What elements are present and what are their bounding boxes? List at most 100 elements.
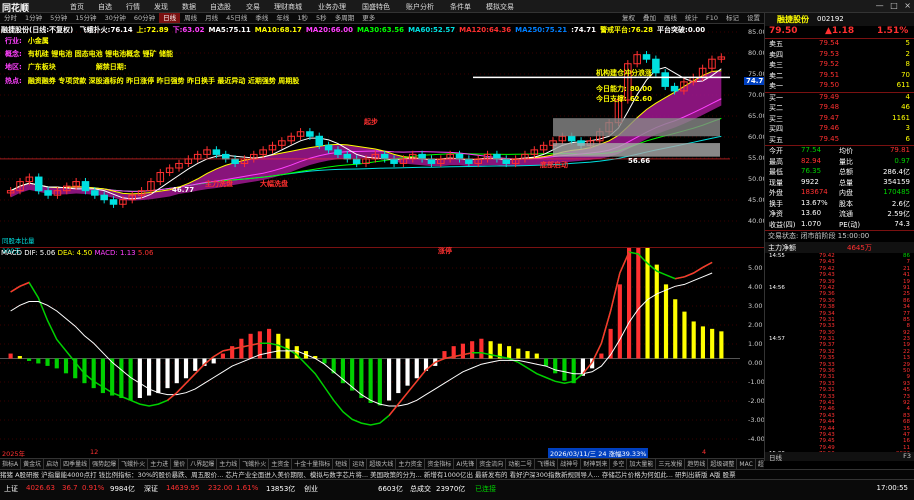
indicator-tab-29[interactable]: MAC bbox=[737, 459, 756, 469]
indicator-tab-14[interactable]: 运动 bbox=[350, 459, 368, 469]
indicator-tab-11[interactable]: 主资金 bbox=[269, 459, 293, 469]
indicator-tab-3[interactable]: 四季量线 bbox=[61, 459, 91, 469]
asks-vol-2: 8 bbox=[905, 60, 910, 68]
sidebar-footer-label[interactable]: 日线 bbox=[769, 452, 782, 462]
menu-item-5[interactable]: 自选股 bbox=[210, 2, 231, 12]
period-tab-13[interactable]: 5秒 bbox=[312, 13, 331, 23]
menu-item-1[interactable]: 自选 bbox=[98, 2, 112, 12]
indicator-tab-16[interactable]: 主力资金 bbox=[396, 459, 426, 469]
indicator-tab-30[interactable]: 超级线 bbox=[756, 459, 764, 469]
candle-body bbox=[352, 158, 361, 164]
tick-list[interactable]: 14:55 79.42 86 79.43 7 79.42 21 79.43 41 79.39 19 1… bbox=[765, 253, 914, 458]
period-tab-4[interactable]: 30分钟 bbox=[101, 13, 130, 23]
indicator-tab-4[interactable]: 强势起爆 bbox=[90, 459, 120, 469]
indicator-tab-18[interactable]: AI先锋 bbox=[454, 459, 478, 469]
stat-label2-0: 均价 bbox=[839, 147, 853, 155]
asks-row-4[interactable]: 卖一 79.50 611 bbox=[765, 81, 914, 92]
asks-row-3[interactable]: 卖二 79.51 70 bbox=[765, 71, 914, 82]
tool-button-4[interactable]: F10 bbox=[702, 13, 722, 23]
indicator-tab-2[interactable]: 启动 bbox=[44, 459, 62, 469]
bids-row-1[interactable]: 买二 79.48 46 bbox=[765, 103, 914, 114]
indicator-tab-10[interactable]: 飞蛾扑火 bbox=[240, 459, 270, 469]
bids-row-4[interactable]: 买五 79.45 6 bbox=[765, 135, 914, 146]
indicator-tab-17[interactable]: 资金指标 bbox=[425, 459, 455, 469]
macd-svg bbox=[0, 230, 740, 440]
indicator-tab-12[interactable]: 十金十量指标 bbox=[292, 459, 334, 469]
period-tab-8[interactable]: 月线 bbox=[201, 13, 222, 23]
minimize-icon[interactable]: — bbox=[876, 1, 884, 10]
asks-label-3: 卖二 bbox=[769, 71, 783, 80]
indicator-tab-5[interactable]: 飞蛾扑火 bbox=[119, 459, 149, 469]
stat-label2-6: 流通 bbox=[839, 210, 853, 218]
tool-button-3[interactable]: 统计 bbox=[681, 13, 702, 23]
menu-item-2[interactable]: 行情 bbox=[126, 2, 140, 12]
asks-row-1[interactable]: 卖四 79.53 2 bbox=[765, 50, 914, 61]
menu-item-10[interactable]: 账户分析 bbox=[406, 2, 434, 12]
period-tab-7[interactable]: 周线 bbox=[180, 13, 201, 23]
tick-vol-2: 21 bbox=[903, 265, 910, 272]
tool-button-2[interactable]: 画线 bbox=[660, 13, 681, 23]
period-tab-11[interactable]: 年线 bbox=[272, 13, 293, 23]
menu-item-9[interactable]: 国盛特色 bbox=[362, 2, 390, 12]
tick-price-8: 79.38 bbox=[819, 304, 835, 311]
period-tab-6[interactable]: 日线 bbox=[159, 13, 181, 23]
menu-item-11[interactable]: 条件单 bbox=[450, 2, 471, 12]
period-tab-5[interactable]: 60分钟 bbox=[130, 13, 159, 23]
indicator-tab-13[interactable]: 短线 bbox=[333, 459, 351, 469]
maximize-icon[interactable]: □ bbox=[890, 1, 898, 10]
indicator-tab-6[interactable]: 主力进 bbox=[148, 459, 172, 469]
indicator-tab-8[interactable]: 八界起爆 bbox=[188, 459, 218, 469]
indicator-tab-25[interactable]: 加大量能 bbox=[627, 459, 657, 469]
candle-body bbox=[91, 190, 99, 196]
indicator-tab-20[interactable]: 动能二号 bbox=[506, 459, 536, 469]
crosshair-date: 2026/03/11/三 24 涨幅39.33% bbox=[548, 448, 649, 458]
macd-panel[interactable]: MACD DIF: 5.06 DEA: 4.50 MACD: 1.13 5.06… bbox=[0, 230, 765, 458]
indicator-tab-28[interactable]: 超级调整 bbox=[708, 459, 738, 469]
period-tab-9[interactable]: 45日线 bbox=[222, 13, 251, 23]
indicator-tab-15[interactable]: 超级大线 bbox=[367, 459, 397, 469]
period-tab-14[interactable]: 多周期 bbox=[331, 13, 359, 23]
tick-price-25: 79.43 bbox=[819, 412, 835, 419]
connection-status[interactable]: 已连接 bbox=[475, 484, 496, 494]
period-tab-1[interactable]: 1分钟 bbox=[21, 13, 46, 23]
period-tab-10[interactable]: 季线 bbox=[251, 13, 272, 23]
asks-row-2[interactable]: 卖三 79.52 8 bbox=[765, 60, 914, 71]
bids-row-0[interactable]: 买一 79.49 4 bbox=[765, 93, 914, 104]
indicator-tab-19[interactable]: 资金流向 bbox=[477, 459, 507, 469]
tool-button-1[interactable]: 叠加 bbox=[639, 13, 660, 23]
sidebar-footer-right[interactable]: F3 bbox=[903, 452, 911, 460]
menu-item-4[interactable]: 数据 bbox=[182, 2, 196, 12]
news-ticker[interactable]: 猪猪 A股研报 沪指量能4000点打 钱比例指标：30%的股价暴跌、周五股价..… bbox=[0, 469, 914, 479]
bids-row-2[interactable]: 买三 79.47 1161 bbox=[765, 114, 914, 125]
period-tab-15[interactable]: 更多 bbox=[358, 13, 379, 23]
menu-item-7[interactable]: 理财商城 bbox=[274, 2, 302, 12]
bids-row-3[interactable]: 买四 79.46 3 bbox=[765, 124, 914, 135]
asks-row-0[interactable]: 卖五 79.54 5 bbox=[765, 39, 914, 50]
tool-button-0[interactable]: 复权 bbox=[618, 13, 639, 23]
menu-item-3[interactable]: 发现 bbox=[154, 2, 168, 12]
period-tab-12[interactable]: 1秒 bbox=[293, 13, 312, 23]
indicator-tab-24[interactable]: 多空 bbox=[610, 459, 628, 469]
sidebar-footer: 日线 F3 bbox=[765, 452, 914, 462]
period-tab-3[interactable]: 15分钟 bbox=[71, 13, 100, 23]
indicator-tab-7[interactable]: 量价 bbox=[171, 459, 189, 469]
indicator-tab-22[interactable]: 战神号 bbox=[558, 459, 582, 469]
kline-chart[interactable]: 融捷股份(日线:不复权) 飞蛾扑火:76.14 上:72.89 下:63.02 MA5… bbox=[0, 24, 771, 255]
indicator-tab-27[interactable]: 趋势线 bbox=[685, 459, 709, 469]
menu-item-12[interactable]: 模拟交易 bbox=[486, 2, 514, 12]
indicator-tab-0[interactable]: 指标A bbox=[0, 459, 22, 469]
period-tab-0[interactable]: 分时 bbox=[0, 13, 21, 23]
menu-item-6[interactable]: 交易 bbox=[246, 2, 260, 12]
menu-item-8[interactable]: 业务办理 bbox=[318, 2, 346, 12]
indicator-tab-23[interactable]: 财神到来 bbox=[581, 459, 611, 469]
tool-button-5[interactable]: 标记 bbox=[722, 13, 743, 23]
indicator-tab-9[interactable]: 主力线 bbox=[217, 459, 241, 469]
tool-button-6[interactable]: 设置 bbox=[743, 13, 764, 23]
indicator-tab-1[interactable]: 黄金坑 bbox=[21, 459, 45, 469]
period-tab-2[interactable]: 5分钟 bbox=[46, 13, 71, 23]
indicator-tab-26[interactable]: 三元发报 bbox=[656, 459, 686, 469]
menu-item-0[interactable]: 首页 bbox=[70, 2, 84, 12]
indicator-tab-21[interactable]: 飞镖线 bbox=[535, 459, 559, 469]
close-icon[interactable]: × bbox=[904, 1, 911, 10]
sh-amount: 9984亿 bbox=[110, 485, 135, 493]
